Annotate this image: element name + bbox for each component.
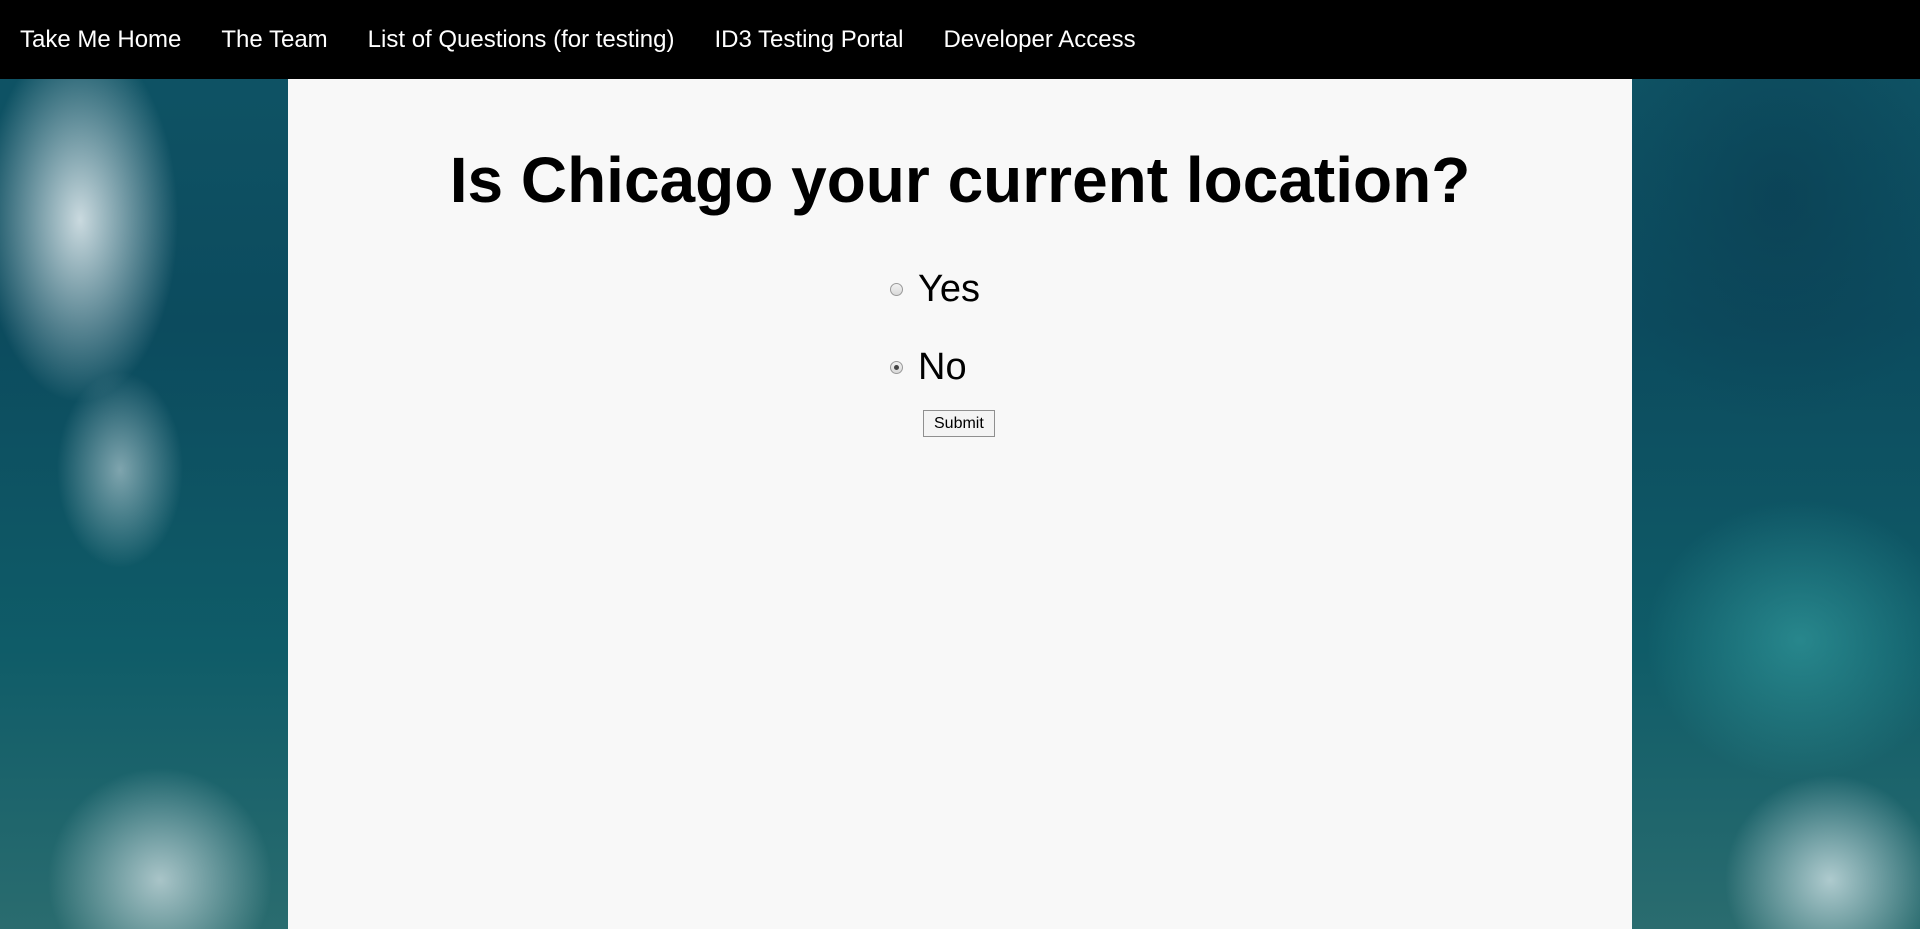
nav-link-developer-access[interactable]: Developer Access [923, 26, 1155, 54]
radio-no[interactable] [890, 360, 903, 374]
nav-link-list-of-questions[interactable]: List of Questions (for testing) [348, 26, 695, 54]
option-yes-label: Yes [918, 268, 980, 310]
nav-link-the-team[interactable]: The Team [201, 26, 347, 54]
option-no[interactable]: No [888, 347, 967, 387]
nav-link-id3-testing-portal[interactable]: ID3 Testing Portal [694, 26, 923, 54]
radio-yes[interactable] [890, 282, 903, 296]
nav-link-take-me-home[interactable]: Take Me Home [0, 26, 201, 54]
option-yes[interactable]: Yes [888, 269, 980, 309]
option-no-label: No [918, 346, 967, 388]
top-navbar: Take Me Home The Team List of Questions … [0, 0, 1920, 79]
question-panel: Is Chicago your current location? Yes No… [288, 79, 1632, 929]
question-heading: Is Chicago your current location? [449, 144, 1471, 216]
submit-button[interactable]: Submit [923, 410, 995, 437]
